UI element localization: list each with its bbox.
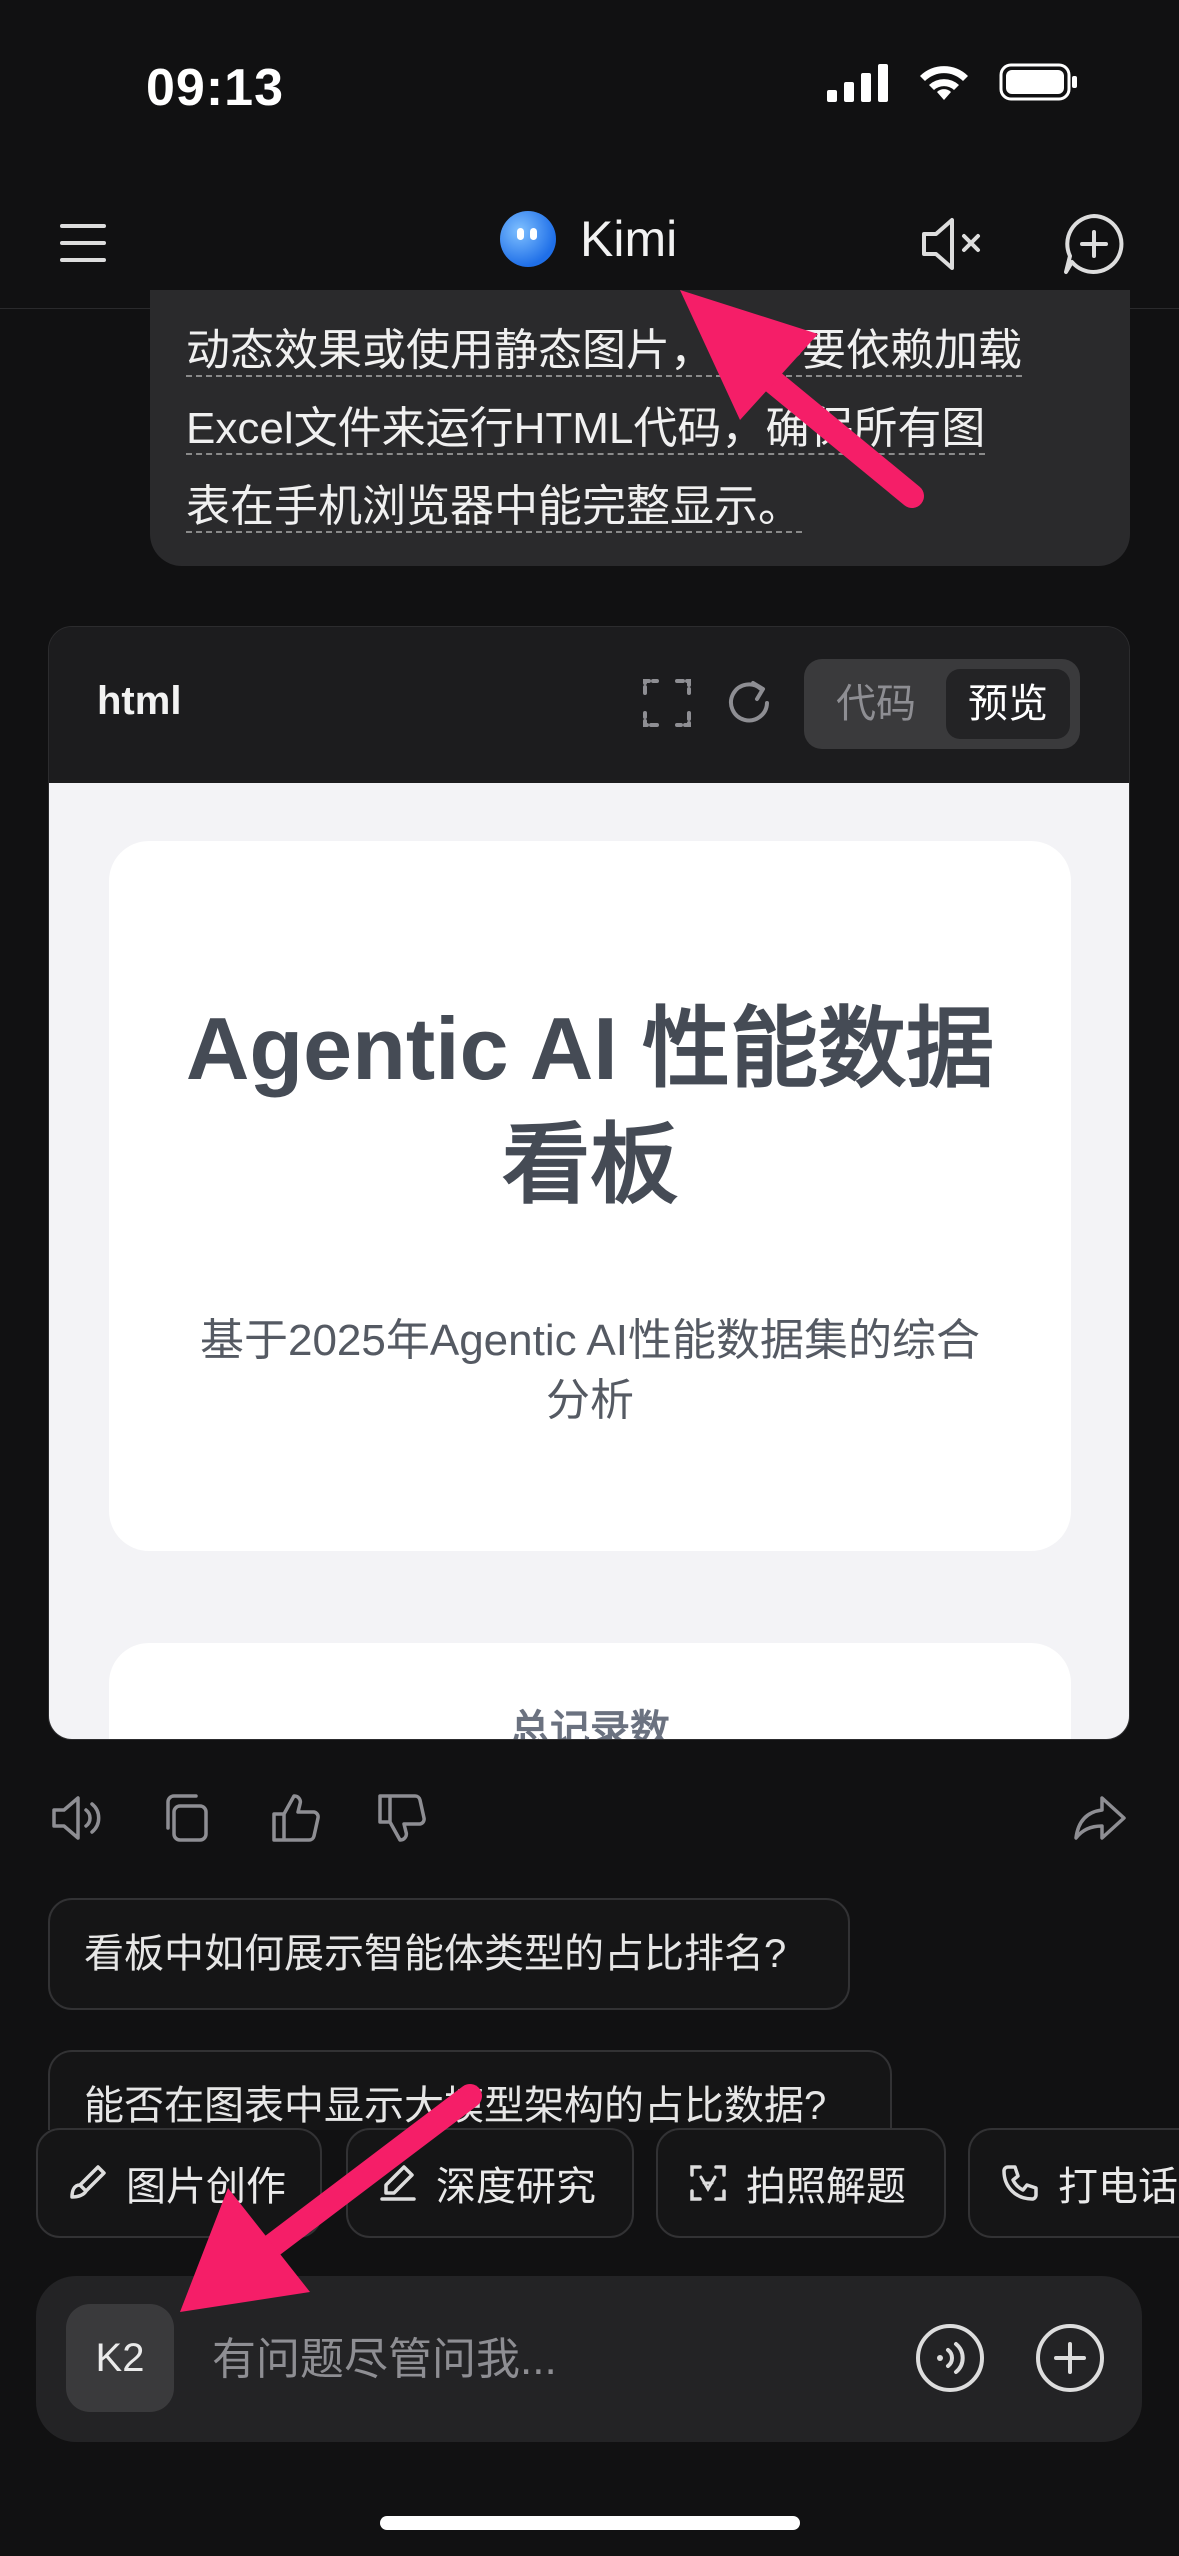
research-pen-icon bbox=[380, 2165, 416, 2201]
tool-label: 拍照解题 bbox=[746, 2165, 906, 2209]
tool-label: 深度研究 bbox=[436, 2165, 596, 2209]
add-attachment-icon[interactable] bbox=[1034, 2322, 1106, 2394]
kimi-logo-icon bbox=[500, 211, 556, 267]
tool-label: 打电话 bbox=[1058, 2165, 1178, 2209]
suggestion-chip[interactable]: 看板中如何展示智能体类型的占比排名? bbox=[48, 1898, 850, 2010]
user-message-bubble: 动态效果或使用静态图片，也不要依赖加载 Excel文件来运行HTML代码，确保所… bbox=[150, 290, 1130, 566]
code-block-card: html 代码 预览 Agentic AI 性能数据看板 基于2025年Agen… bbox=[48, 626, 1130, 1740]
tool-deep-research[interactable]: 深度研究 bbox=[346, 2128, 634, 2238]
model-selector-button[interactable]: K2 bbox=[66, 2304, 174, 2412]
voice-input-icon[interactable] bbox=[914, 2322, 986, 2394]
preview-title: Agentic AI 性能数据看板 bbox=[185, 999, 995, 1214]
read-aloud-icon[interactable] bbox=[50, 1790, 106, 1846]
phone-icon bbox=[1002, 2165, 1038, 2201]
fullscreen-icon[interactable] bbox=[641, 677, 693, 729]
app-name: Kimi bbox=[580, 211, 678, 267]
html-preview-pane[interactable]: Agentic AI 性能数据看板 基于2025年Agentic AI性能数据集… bbox=[49, 783, 1129, 1740]
preview-stat-label: 总记录数 bbox=[510, 1708, 670, 1740]
user-message-line: 表在手机浏览器中能完整显示。 bbox=[186, 482, 802, 533]
thumbs-down-icon[interactable] bbox=[374, 1790, 430, 1846]
status-icons bbox=[827, 62, 1079, 102]
copy-icon[interactable] bbox=[158, 1790, 214, 1846]
share-icon[interactable] bbox=[1072, 1790, 1128, 1846]
new-chat-icon[interactable] bbox=[1062, 212, 1126, 276]
user-message-line: 动态效果或使用静态图片，也不要依赖加载 bbox=[186, 326, 1022, 377]
brush-icon bbox=[70, 2165, 106, 2199]
tab-preview[interactable]: 预览 bbox=[946, 669, 1070, 739]
preview-stat-card: 总记录数 bbox=[109, 1643, 1071, 1740]
brand: Kimi bbox=[500, 210, 677, 268]
chat-input-bar: K2 bbox=[36, 2276, 1142, 2442]
code-block-header: html 代码 预览 bbox=[49, 627, 1129, 783]
chat-input[interactable] bbox=[210, 2316, 894, 2404]
refresh-icon[interactable] bbox=[723, 677, 775, 729]
mute-icon[interactable] bbox=[918, 214, 984, 274]
tool-image-creation[interactable]: 图片创作 bbox=[36, 2128, 322, 2238]
wifi-icon bbox=[920, 66, 968, 100]
preview-header-card: Agentic AI 性能数据看板 基于2025年Agentic AI性能数据集… bbox=[109, 841, 1071, 1551]
signal-icon bbox=[827, 64, 888, 102]
battery-icon bbox=[999, 63, 1077, 101]
tab-code[interactable]: 代码 bbox=[814, 669, 938, 739]
scan-icon bbox=[690, 2165, 726, 2201]
code-preview-toggle: 代码 预览 bbox=[804, 659, 1080, 749]
user-message-line: Excel文件来运行HTML代码，确保所有图 bbox=[186, 404, 986, 455]
suggestion-chip[interactable]: 能否在图表中显示大模型架构的占比数据? bbox=[48, 2050, 892, 2130]
thumbs-up-icon[interactable] bbox=[268, 1790, 324, 1846]
tool-photo-solve[interactable]: 拍照解题 bbox=[656, 2128, 946, 2238]
status-time: 09:13 bbox=[146, 59, 284, 117]
code-language-label: html bbox=[97, 679, 182, 723]
tool-label: 图片创作 bbox=[126, 2165, 286, 2209]
menu-icon[interactable] bbox=[60, 222, 106, 264]
tool-phone-call[interactable]: 打电话 bbox=[968, 2128, 1179, 2238]
home-indicator bbox=[380, 2516, 800, 2530]
preview-subtitle: 基于2025年Agentic AI性能数据集的综合分析 bbox=[199, 1316, 980, 1425]
